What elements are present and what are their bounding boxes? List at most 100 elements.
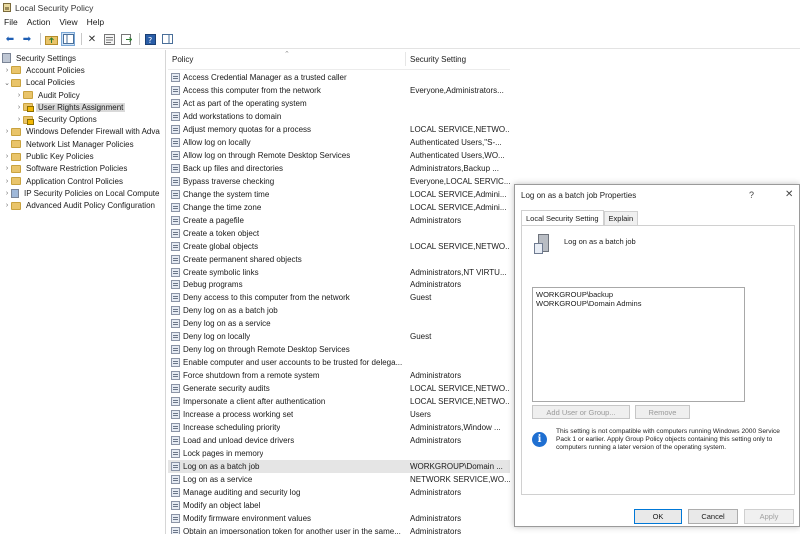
policy-cell: Increase a process working set <box>168 410 406 420</box>
compatibility-note: This setting is not compatible with comp… <box>556 428 780 451</box>
folder-lock-icon <box>23 115 34 125</box>
back-arrow-icon[interactable]: ⬅ <box>3 32 17 46</box>
cancel-button[interactable]: Cancel <box>688 509 738 524</box>
member-item[interactable]: WORKGROUP\backup <box>536 290 741 299</box>
table-row[interactable]: Deny log on as a batch job <box>168 304 510 317</box>
policy-cell: Act as part of the operating system <box>168 98 406 108</box>
table-row[interactable]: Change the system time LOCAL SERVICE,Admi… <box>168 188 510 201</box>
tree-item-security-settings[interactable]: Security Settings <box>0 52 165 64</box>
table-row[interactable]: Deny log on through Remote Desktop Servi… <box>168 343 510 356</box>
close-icon[interactable]: ✕ <box>785 189 793 200</box>
table-row[interactable]: Create a token object <box>168 227 510 240</box>
tree-item-application-control[interactable]: › Application Control Policies <box>0 175 165 187</box>
export-list-icon[interactable] <box>119 32 133 46</box>
table-row[interactable]: Act as part of the operating system <box>168 97 510 110</box>
tree-item-audit-policy[interactable]: › Audit Policy <box>0 89 165 101</box>
chevron-right-icon[interactable]: › <box>3 178 11 185</box>
table-row[interactable]: Modify an object label <box>168 499 510 512</box>
table-row[interactable]: Create permanent shared objects <box>168 253 510 266</box>
menu-action[interactable]: Action <box>27 17 51 27</box>
tree-item-local-policies[interactable]: ⌄ Local Policies <box>0 77 165 89</box>
chevron-right-icon[interactable]: › <box>3 202 11 209</box>
table-row[interactable]: Access this computer from the network Eve… <box>168 84 510 97</box>
table-row[interactable]: Load and unload device drivers Administra… <box>168 434 510 447</box>
tree-item-public-key-policies[interactable]: › Public Key Policies <box>0 150 165 162</box>
menu-view[interactable]: View <box>59 17 77 27</box>
chevron-right-icon[interactable]: › <box>15 92 23 99</box>
table-row[interactable]: Bypass traverse checking Everyone,LOCAL S… <box>168 175 510 188</box>
tree-item-label: Windows Defender Firewall with Adva <box>26 127 160 137</box>
chevron-right-icon[interactable]: › <box>15 104 23 111</box>
column-header-security-setting[interactable]: Security Setting <box>406 52 510 66</box>
table-row[interactable]: Generate security audits LOCAL SERVICE,NE… <box>168 382 510 395</box>
add-user-or-group-button[interactable]: Add User or Group... <box>532 405 630 419</box>
table-row[interactable]: Allow log on through Remote Desktop Serv… <box>168 149 510 162</box>
chevron-right-icon[interactable]: › <box>3 128 11 135</box>
security-setting-cell: Everyone,Administrators... <box>410 85 504 95</box>
apply-button[interactable]: Apply <box>744 509 794 524</box>
table-row[interactable]: Deny access to this computer from the ne… <box>168 291 510 304</box>
action-pane-icon[interactable] <box>160 32 174 46</box>
member-item[interactable]: WORKGROUP\Domain Admins <box>536 299 741 308</box>
table-row[interactable]: Create symbolic links Administrators,NT V… <box>168 266 510 279</box>
forward-arrow-icon[interactable]: ➡ <box>20 32 34 46</box>
table-row[interactable]: Adjust memory quotas for a process LOCAL … <box>168 123 510 136</box>
policy-name: Lock pages in memory <box>183 449 264 459</box>
table-row[interactable]: Enable computer and user accounts to be … <box>168 356 510 369</box>
table-row[interactable]: Lock pages in memory <box>168 447 510 460</box>
table-row[interactable]: Change the time zone LOCAL SERVICE,Admini… <box>168 201 510 214</box>
tree-item-security-options[interactable]: › Security Options <box>0 113 165 125</box>
ok-button[interactable]: OK <box>634 509 682 524</box>
table-row[interactable]: Back up files and directories Administrat… <box>168 162 510 175</box>
tree-item-advanced-audit[interactable]: › Advanced Audit Policy Configuration <box>0 200 165 212</box>
table-row[interactable]: Increase a process working set Users <box>168 408 510 421</box>
table-row[interactable]: Create global objects LOCAL SERVICE,NETWO… <box>168 240 510 253</box>
table-row[interactable]: Force shutdown from a remote system Admin… <box>168 369 510 382</box>
table-row[interactable]: Modify firmware environment values Admini… <box>168 512 510 525</box>
chevron-right-icon[interactable]: › <box>3 67 11 74</box>
policy-name: Allow log on through Remote Desktop Serv… <box>183 150 351 160</box>
table-row[interactable]: Log on as a service NETWORK SERVICE,WO... <box>168 473 510 486</box>
table-row[interactable]: Access Credential Manager as a trusted c… <box>168 71 510 84</box>
chevron-right-icon[interactable]: › <box>3 153 11 160</box>
table-row[interactable]: Increase scheduling priority Administrato… <box>168 421 510 434</box>
tab-explain[interactable]: Explain <box>603 211 639 225</box>
tree-item-user-rights-assignment[interactable]: › User Rights Assignment <box>0 101 165 113</box>
table-row[interactable]: Deny log on locally Guest <box>168 330 510 343</box>
help-button[interactable]: ? <box>749 190 754 200</box>
chevron-down-icon[interactable]: ⌄ <box>3 79 11 87</box>
policy-icon <box>171 267 180 277</box>
tab-local-security-setting[interactable]: Local Security Setting <box>521 210 604 225</box>
tree-item-account-policies[interactable]: › Account Policies <box>0 64 165 76</box>
tree-item-windows-defender-firewall[interactable]: › Windows Defender Firewall with Adva <box>0 126 165 138</box>
table-row[interactable]: Manage auditing and security log Administ… <box>168 486 510 499</box>
chevron-right-icon[interactable]: › <box>3 165 11 172</box>
table-row[interactable]: Allow log on locally Authenticated Users,… <box>168 136 510 149</box>
delete-icon[interactable]: ✕ <box>85 32 99 46</box>
policy-icon <box>171 487 180 497</box>
policy-name: Create permanent shared objects <box>183 254 302 264</box>
remove-button[interactable]: Remove <box>635 405 690 419</box>
table-row[interactable]: Debug programs Administrators <box>168 279 510 292</box>
members-list[interactable]: WORKGROUP\backup WORKGROUP\Domain Admins <box>532 287 745 402</box>
table-row[interactable]: Log on as a batch job WORKGROUP\Domain ..… <box>168 460 510 474</box>
menu-file[interactable]: File <box>4 17 18 27</box>
table-row[interactable]: Impersonate a client after authenticatio… <box>168 395 510 408</box>
menu-help[interactable]: Help <box>87 17 104 27</box>
tree-item-ip-security[interactable]: › IP Security Policies on Local Compute <box>0 187 165 199</box>
properties-icon[interactable] <box>102 32 116 46</box>
tree-item-network-list-manager[interactable]: Network List Manager Policies <box>0 138 165 150</box>
tree-item-label: User Rights Assignment <box>36 102 126 112</box>
up-folder-icon[interactable] <box>44 32 58 46</box>
table-row[interactable]: Deny log on as a service <box>168 317 510 330</box>
table-row[interactable]: Obtain an impersonation token for anothe… <box>168 525 510 534</box>
help-icon[interactable]: ? <box>143 32 157 46</box>
chevron-right-icon[interactable]: › <box>3 190 11 197</box>
show-hide-tree-icon[interactable] <box>61 32 75 46</box>
chevron-right-icon[interactable]: › <box>15 116 23 123</box>
table-row[interactable]: Create a pagefile Administrators <box>168 214 510 227</box>
security-setting-cell: Administrators <box>410 371 462 381</box>
tree-item-software-restriction[interactable]: › Software Restriction Policies <box>0 163 165 175</box>
table-row[interactable]: Add workstations to domain <box>168 110 510 123</box>
policy-server-icon <box>534 234 550 254</box>
